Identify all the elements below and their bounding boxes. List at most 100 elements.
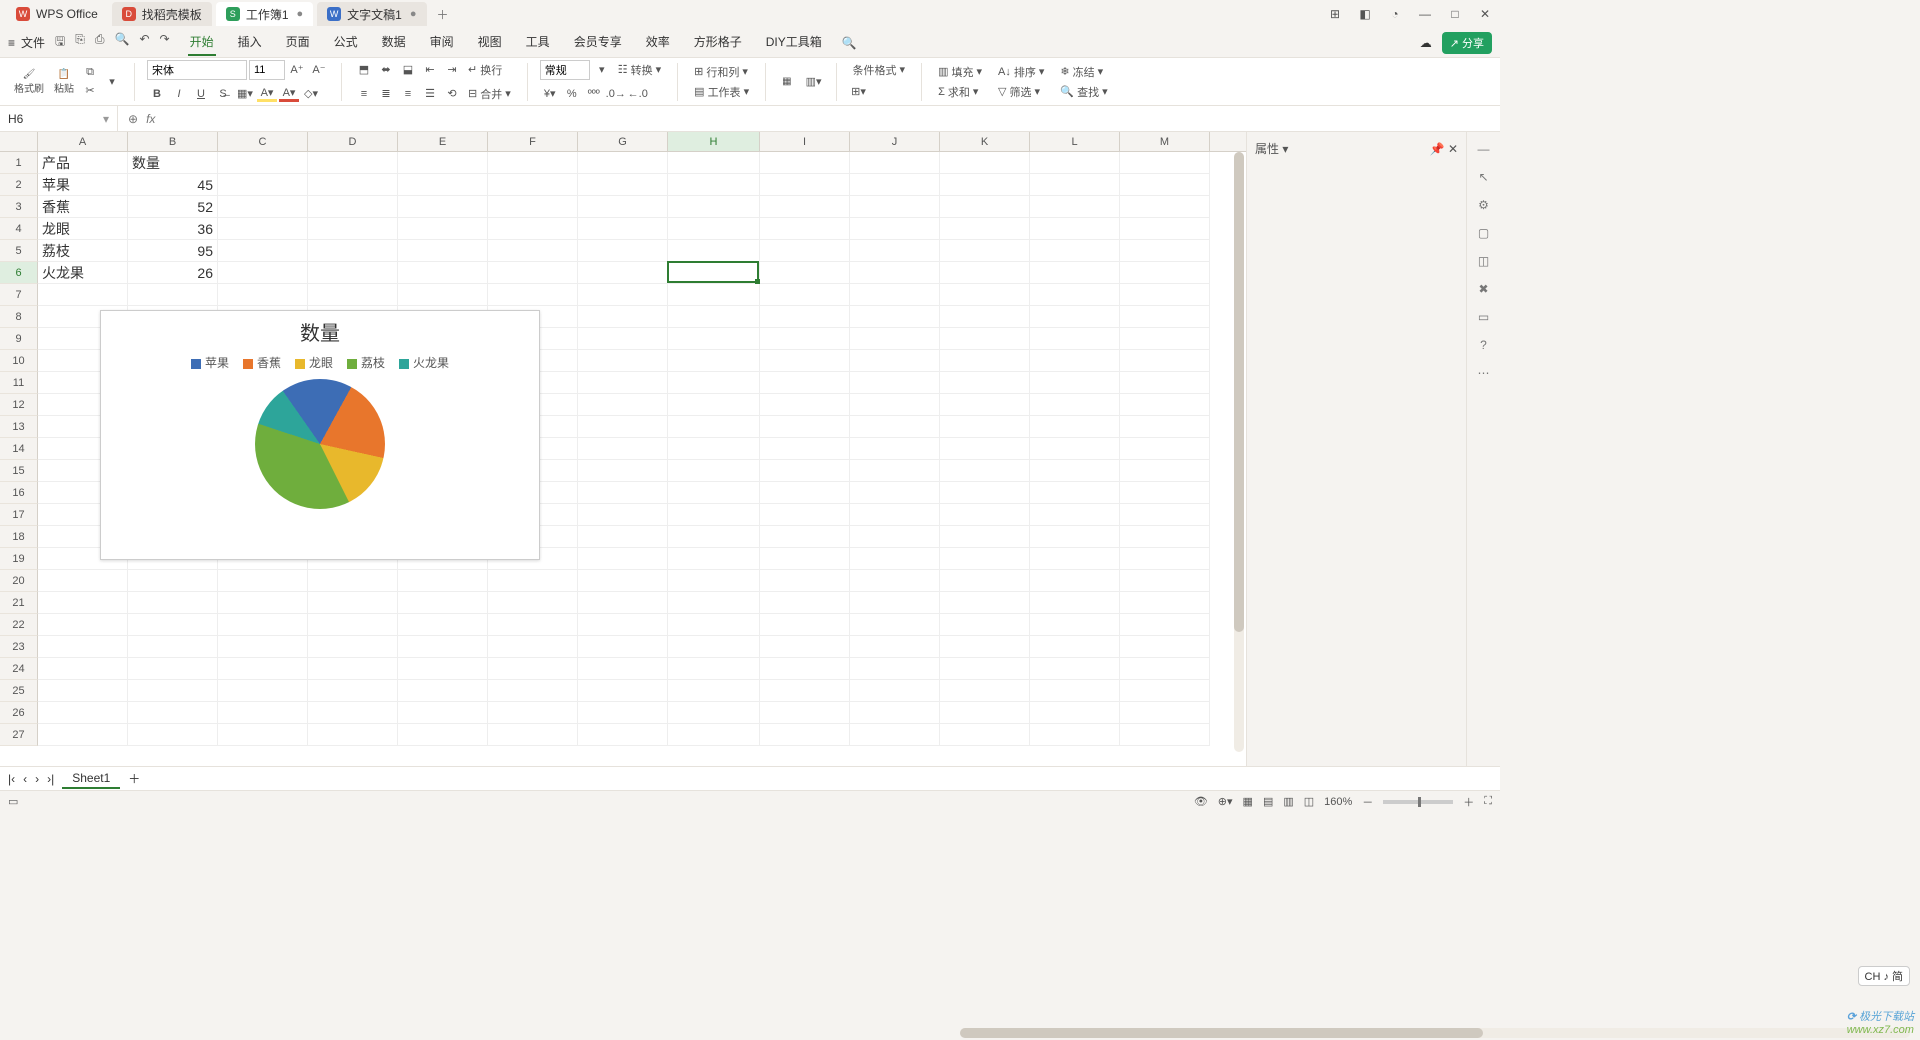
cell[interactable] xyxy=(668,724,760,746)
align-middle-icon[interactable]: ⬌ xyxy=(376,62,396,78)
cell[interactable] xyxy=(850,658,940,680)
cell[interactable] xyxy=(218,196,308,218)
avatar-icon[interactable]: ◔ xyxy=(1386,7,1404,21)
panel3-icon[interactable]: ▭ xyxy=(1478,310,1489,324)
cell[interactable] xyxy=(488,680,578,702)
convert-button[interactable]: ☷转换▾ xyxy=(614,61,665,79)
cell[interactable] xyxy=(38,724,128,746)
cell[interactable] xyxy=(1030,152,1120,174)
cell[interactable] xyxy=(488,262,578,284)
zoom-out-icon[interactable]: － xyxy=(1362,794,1373,810)
row-header[interactable]: 12 xyxy=(0,394,38,416)
align-top-icon[interactable]: ⬒ xyxy=(354,62,374,78)
cell[interactable] xyxy=(1120,680,1210,702)
cell[interactable] xyxy=(850,196,940,218)
cell[interactable] xyxy=(1030,218,1120,240)
cell[interactable] xyxy=(308,702,398,724)
decrease-decimal-icon[interactable]: ←.0 xyxy=(628,86,648,102)
row-header[interactable]: 23 xyxy=(0,636,38,658)
cell[interactable] xyxy=(398,592,488,614)
cell[interactable] xyxy=(578,548,668,570)
cell[interactable] xyxy=(578,526,668,548)
cell[interactable] xyxy=(1030,438,1120,460)
cell[interactable] xyxy=(1030,482,1120,504)
cell[interactable] xyxy=(940,152,1030,174)
worksheet-button[interactable]: ▤工作表▾ xyxy=(690,83,753,101)
cell[interactable] xyxy=(760,592,850,614)
col-header[interactable]: L xyxy=(1030,132,1120,151)
cell[interactable] xyxy=(308,218,398,240)
cell[interactable] xyxy=(940,328,1030,350)
cell[interactable] xyxy=(668,262,760,284)
cell[interactable] xyxy=(760,240,850,262)
cell[interactable]: 95 xyxy=(128,240,218,262)
align-right-icon[interactable]: ≡ xyxy=(398,86,418,102)
cell[interactable] xyxy=(940,174,1030,196)
cell[interactable] xyxy=(760,306,850,328)
row-header[interactable]: 26 xyxy=(0,702,38,724)
cell[interactable] xyxy=(760,284,850,306)
orientation-icon[interactable]: ⟲ xyxy=(442,86,462,102)
more-icon[interactable]: ⋯ xyxy=(1478,366,1490,380)
cell[interactable] xyxy=(578,570,668,592)
cell[interactable] xyxy=(668,218,760,240)
col-header[interactable]: I xyxy=(760,132,850,151)
menu-tab-6[interactable]: 视图 xyxy=(476,29,504,56)
cell[interactable] xyxy=(668,372,760,394)
cell[interactable] xyxy=(850,328,940,350)
cell[interactable] xyxy=(760,372,850,394)
col-header[interactable]: H xyxy=(668,132,760,151)
row-header[interactable]: 1 xyxy=(0,152,38,174)
font-size-select[interactable] xyxy=(249,60,285,80)
menu-tab-1[interactable]: 插入 xyxy=(236,29,264,56)
cell[interactable] xyxy=(668,240,760,262)
close-button[interactable]: ✕ xyxy=(1476,7,1494,21)
cell[interactable] xyxy=(940,504,1030,526)
cell[interactable] xyxy=(578,680,668,702)
cell[interactable] xyxy=(398,702,488,724)
cell[interactable] xyxy=(38,570,128,592)
cell[interactable] xyxy=(1120,482,1210,504)
cell[interactable] xyxy=(850,526,940,548)
freeze-button[interactable]: ❄冻结▾ xyxy=(1056,63,1111,81)
font-color-icon[interactable]: A▾ xyxy=(279,86,299,102)
cell[interactable] xyxy=(578,306,668,328)
cell[interactable] xyxy=(760,460,850,482)
workbook-tab[interactable]: S 工作簿1 ● xyxy=(216,2,313,26)
cell[interactable] xyxy=(1030,680,1120,702)
indent-decrease-icon[interactable]: ⇤ xyxy=(420,62,440,78)
export-icon[interactable]: ⎘ xyxy=(75,32,85,53)
doc-tab[interactable]: W 文字文稿1 ● xyxy=(317,2,426,26)
cell[interactable] xyxy=(128,724,218,746)
fx-label[interactable]: fx xyxy=(146,112,155,126)
col-header[interactable]: F xyxy=(488,132,578,151)
cell[interactable] xyxy=(668,306,760,328)
cell[interactable] xyxy=(1120,416,1210,438)
cell[interactable] xyxy=(578,284,668,306)
cell[interactable] xyxy=(760,702,850,724)
cell[interactable]: 数量 xyxy=(128,152,218,174)
cell[interactable] xyxy=(308,658,398,680)
panel2-icon[interactable]: ◫ xyxy=(1478,254,1489,268)
cell[interactable] xyxy=(398,658,488,680)
cell[interactable] xyxy=(1030,592,1120,614)
paste-button[interactable]: 📋粘贴 xyxy=(50,67,78,97)
cell[interactable] xyxy=(308,196,398,218)
filter-button[interactable]: ▽筛选▾ xyxy=(994,83,1048,101)
cell[interactable] xyxy=(850,724,940,746)
cell[interactable] xyxy=(940,570,1030,592)
app-tab[interactable]: W WPS Office xyxy=(6,2,108,26)
cell[interactable] xyxy=(850,306,940,328)
cell[interactable] xyxy=(488,196,578,218)
cell[interactable] xyxy=(668,482,760,504)
menu-tab-2[interactable]: 页面 xyxy=(284,29,312,56)
cell[interactable] xyxy=(760,724,850,746)
cell[interactable] xyxy=(1120,526,1210,548)
cell[interactable] xyxy=(668,592,760,614)
cell[interactable] xyxy=(668,196,760,218)
cell[interactable] xyxy=(308,570,398,592)
cell[interactable] xyxy=(850,614,940,636)
cell[interactable] xyxy=(850,570,940,592)
cloud-icon[interactable]: ☁ xyxy=(1420,36,1432,50)
col-header[interactable]: D xyxy=(308,132,398,151)
